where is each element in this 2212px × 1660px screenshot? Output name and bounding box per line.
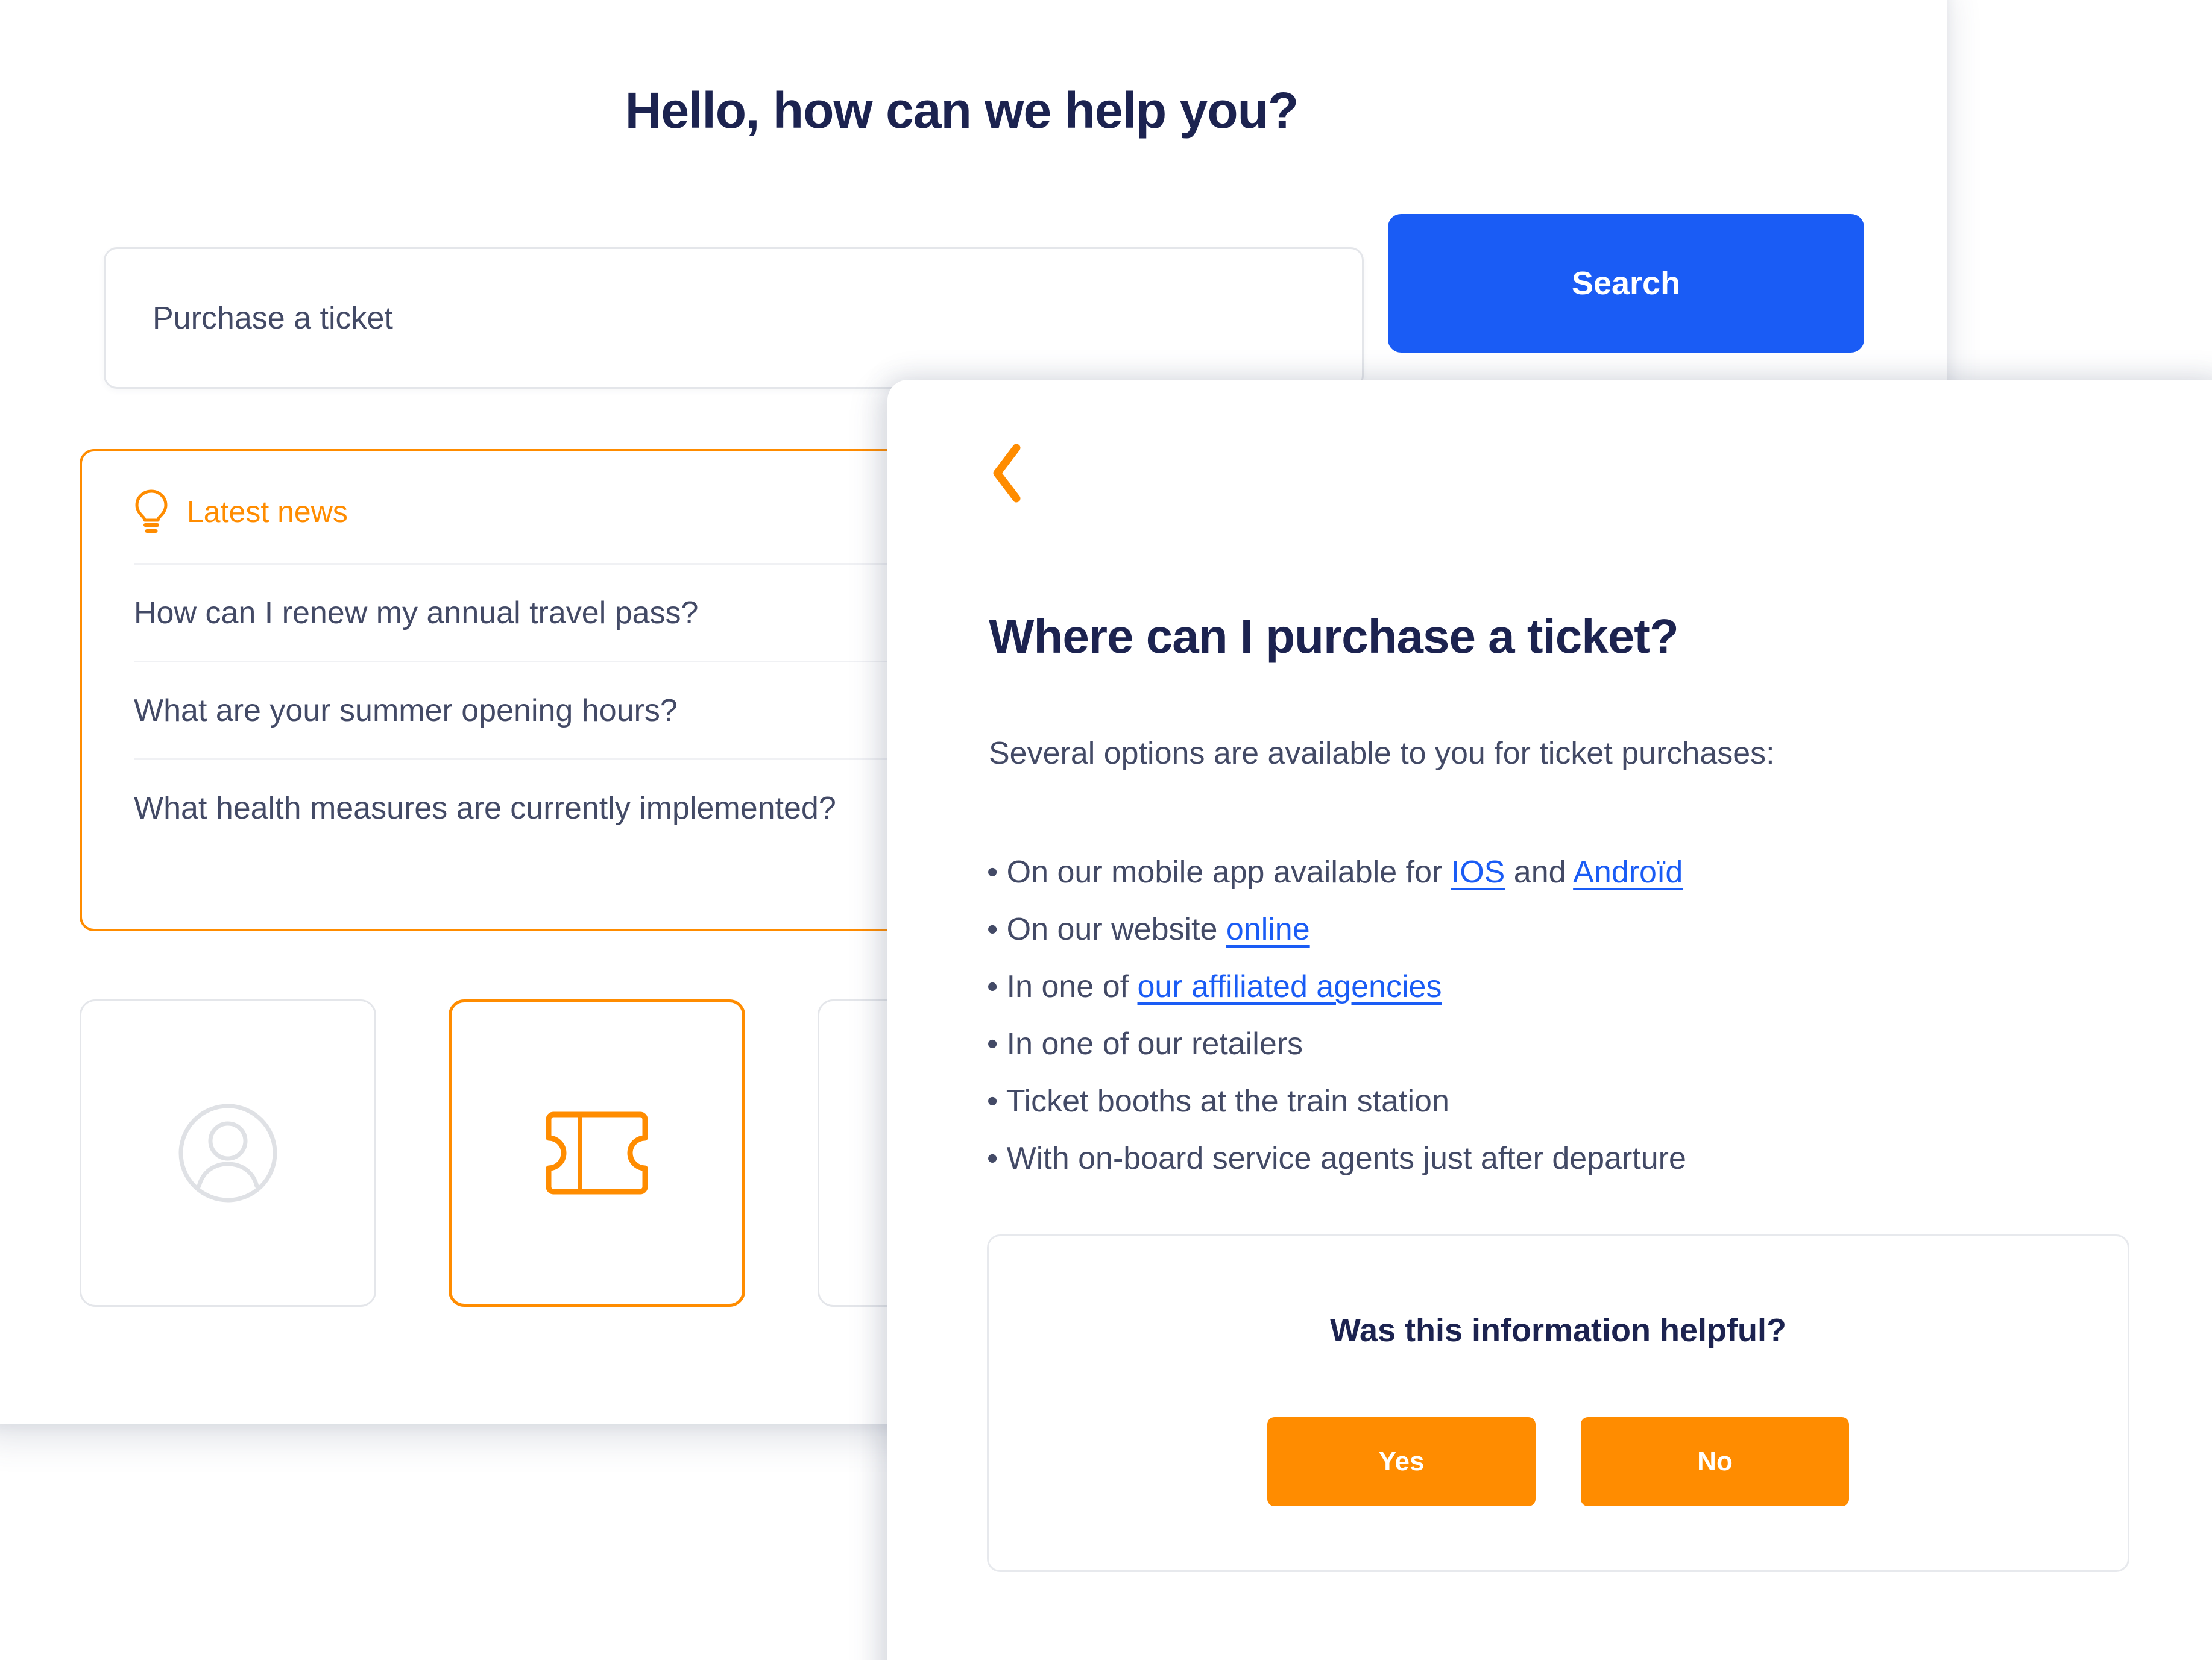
bullet-marker: • bbox=[987, 912, 998, 947]
link-ios[interactable]: IOS bbox=[1451, 855, 1505, 890]
screen-root: Hello, how can we help you? Purchase a t… bbox=[0, 0, 2212, 1660]
link-online[interactable]: online bbox=[1226, 912, 1310, 947]
bullet-text: In one of bbox=[1006, 969, 1138, 1004]
back-button[interactable] bbox=[989, 440, 1043, 506]
lightbulb-icon bbox=[134, 489, 169, 535]
news-item-label: What health measures are currently imple… bbox=[134, 790, 836, 826]
feedback-yes-button[interactable]: Yes bbox=[1267, 1417, 1536, 1506]
bullet-item: • Ticket booths at the train station bbox=[987, 1073, 2169, 1130]
bullet-item: • In one of our retailers bbox=[987, 1016, 2169, 1073]
bullet-item: • In one of our affiliated agencies bbox=[987, 958, 2169, 1016]
bullet-item: • On our mobile app available for IOS an… bbox=[987, 844, 2169, 901]
bullet-text: In one of our retailers bbox=[1006, 1026, 1303, 1061]
link-android[interactable]: Androïd bbox=[1573, 855, 1683, 890]
feedback-actions: Yes No bbox=[989, 1417, 2128, 1506]
bullet-marker: • bbox=[987, 855, 998, 890]
feedback-no-button[interactable]: No bbox=[1581, 1417, 1849, 1506]
bullet-text: On our website bbox=[1006, 912, 1226, 947]
ticket-icon bbox=[545, 1111, 649, 1195]
feedback-box: Was this information helpful? Yes No bbox=[987, 1234, 2129, 1572]
article-title: Where can I purchase a ticket? bbox=[989, 609, 1679, 663]
bullet-marker: • bbox=[987, 1141, 998, 1176]
link-affiliated-agencies[interactable]: our affiliated agencies bbox=[1138, 969, 1442, 1004]
bullet-item: • On our website online bbox=[987, 901, 2169, 958]
bullet-marker: • bbox=[987, 1084, 998, 1119]
user-account-icon bbox=[177, 1102, 279, 1204]
search-input-value: Purchase a ticket bbox=[153, 300, 393, 336]
category-card-ticket[interactable] bbox=[449, 999, 745, 1307]
news-item-label: How can I renew my annual travel pass? bbox=[134, 595, 699, 630]
search-row: Purchase a ticket Search bbox=[104, 214, 1876, 389]
search-button[interactable]: Search bbox=[1388, 214, 1864, 353]
feedback-question: Was this information helpful? bbox=[1330, 1312, 1786, 1348]
article-intro: Several options are available to you for… bbox=[989, 736, 1775, 771]
page-title: Hello, how can we help you? bbox=[625, 82, 1299, 139]
article-bullet-list: • On our mobile app available for IOS an… bbox=[987, 844, 2169, 1187]
bullet-text: and bbox=[1505, 855, 1574, 890]
latest-news-header: Latest news bbox=[134, 489, 348, 535]
search-input[interactable]: Purchase a ticket bbox=[104, 247, 1364, 389]
bullet-item: • With on-board service agents just afte… bbox=[987, 1130, 2169, 1187]
bullet-text: Ticket booths at the train station bbox=[1006, 1084, 1449, 1119]
bullet-marker: • bbox=[987, 1026, 998, 1061]
bullet-text: With on-board service agents just after … bbox=[1006, 1141, 1686, 1176]
latest-news-label: Latest news bbox=[187, 495, 348, 529]
chevron-left-icon bbox=[989, 443, 1043, 503]
article-detail-panel: Where can I purchase a ticket? Several o… bbox=[887, 380, 2212, 1660]
category-card-account[interactable] bbox=[80, 999, 376, 1307]
bullet-text: On our mobile app available for bbox=[1006, 855, 1451, 890]
news-item-label: What are your summer opening hours? bbox=[134, 693, 678, 728]
bullet-marker: • bbox=[987, 969, 998, 1004]
